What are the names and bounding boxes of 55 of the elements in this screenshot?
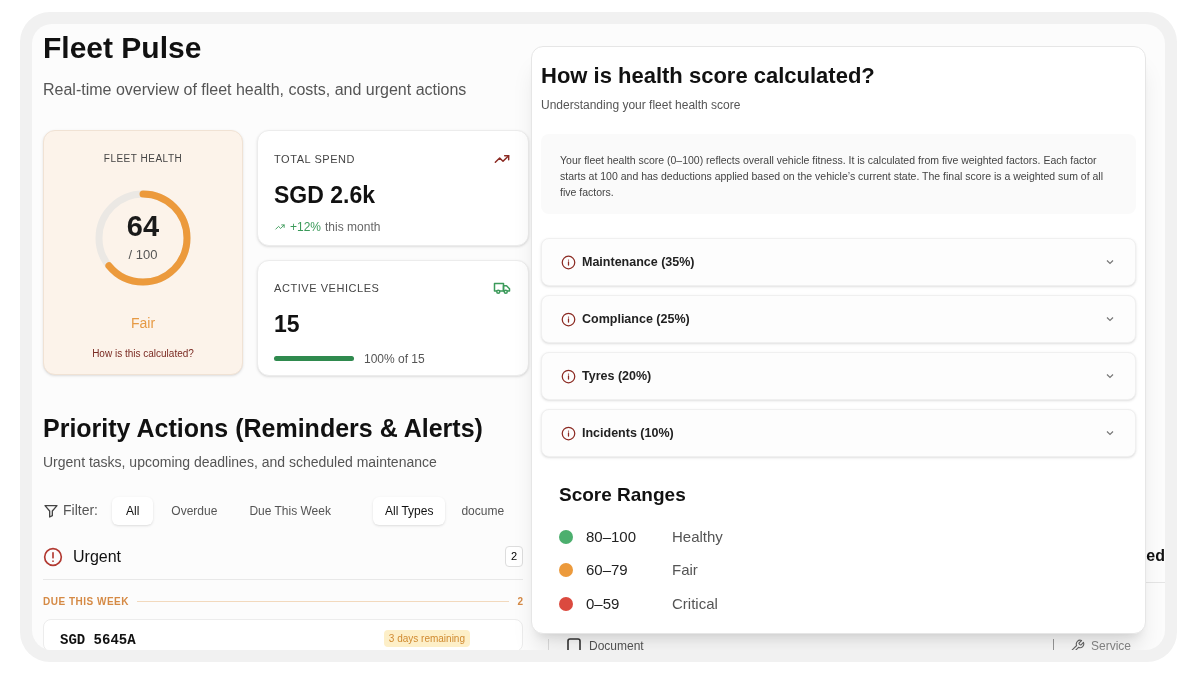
trend-up-icon xyxy=(274,222,286,232)
reminder-card[interactable]: SGD 5645A 3 days remaining xyxy=(43,618,523,650)
range-value: 60–79 xyxy=(586,560,629,580)
page-subtitle: Real-time overview of fleet health, costs, and urgent actions xyxy=(43,80,468,100)
panel-heading: ed xyxy=(1146,546,1165,566)
count-badge: 2 xyxy=(504,546,523,567)
section-subtitle: Urgent tasks, upcoming deadlines, and scheduled maintenance xyxy=(43,452,438,472)
trend-period: this month xyxy=(325,219,381,236)
health-score: 64 xyxy=(126,211,160,241)
filter-chip[interactable]: Due This Week xyxy=(235,496,345,525)
range-label: Fair xyxy=(672,560,698,580)
range-label: Healthy xyxy=(672,526,723,547)
subgroup-label: DUE THIS WEEK xyxy=(43,594,129,609)
factor-accordion[interactable]: Incidents (10%) xyxy=(541,409,1136,457)
factor-accordion[interactable]: Maintenance (35%) xyxy=(541,238,1136,286)
type-filter-chip[interactable]: docume xyxy=(449,496,517,525)
alert-icon xyxy=(43,546,63,567)
trend-value: +12% xyxy=(290,219,322,236)
range-value: 80–100 xyxy=(586,526,638,547)
type-label: Document xyxy=(589,639,644,650)
card-label: TOTAL SPEND xyxy=(274,152,356,167)
filter-icon xyxy=(43,502,59,519)
card-label: FLEET HEALTH xyxy=(103,152,183,166)
score-max: / 100 xyxy=(128,245,158,264)
calculation-link[interactable]: How is this calculated? xyxy=(92,346,194,361)
popover-subtitle: Understanding your fleet health score xyxy=(541,97,742,114)
info-icon xyxy=(561,254,576,270)
card-label: ACTIVE VEHICLES xyxy=(274,280,380,296)
subgroup-count: 2 xyxy=(517,594,523,609)
ranges-title: Score Ranges xyxy=(559,483,687,507)
info-icon xyxy=(561,425,576,441)
range-value: 0–59 xyxy=(586,593,621,614)
spend-value: SGD 2.6k xyxy=(274,180,376,210)
factor-accordion[interactable]: Tyres (20%) xyxy=(541,352,1136,400)
document-icon xyxy=(567,638,581,650)
filter-chip[interactable]: All xyxy=(112,496,154,525)
health-rating: Fair xyxy=(130,314,156,333)
range-label: Critical xyxy=(672,593,718,614)
plate-number: SGD 5645A xyxy=(60,630,136,650)
type-filter-chip[interactable]: All Types xyxy=(372,496,446,525)
section-title: Priority Actions (Reminders & Alerts) xyxy=(43,413,484,444)
info-icon xyxy=(561,311,576,327)
page-title: Fleet Pulse xyxy=(43,30,203,66)
group-title: Urgent xyxy=(73,546,122,567)
wrench-icon xyxy=(1070,638,1085,650)
filter-label: Filter: xyxy=(63,501,98,520)
type-label: Service xyxy=(1091,639,1131,650)
progress-reading: 100% of 15 xyxy=(364,350,425,368)
factor-accordion[interactable]: Compliance (25%) xyxy=(541,295,1136,343)
description-text: Your fleet health score (0–100) reflects overall vehicle fitness. It is calculated from five weighted factors. Each factor starts at 100 and has deductions applied based on the vehicle’s current state. The final score is a weighted sum of all five factors. xyxy=(560,153,1105,200)
vehicle-count: 15 xyxy=(274,310,301,339)
days-badge: 3 days remaining xyxy=(383,629,470,647)
popover-title: How is health score calculated? xyxy=(541,62,876,90)
info-icon xyxy=(561,368,576,384)
filter-chip[interactable]: Overdue xyxy=(157,496,232,525)
